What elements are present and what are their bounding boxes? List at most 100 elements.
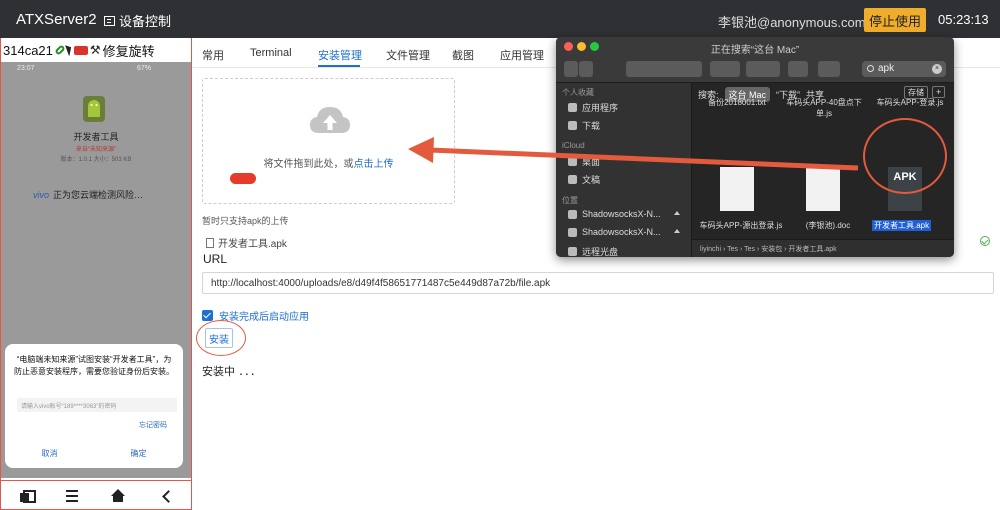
menu-icon[interactable] <box>65 490 78 502</box>
sidebar-section-icloud: iCloud <box>562 141 585 150</box>
dialog-message: “电脑端未知来源”试图安装“开发者工具”，为防止恶意安装程序，需要您验证身份后安… <box>14 355 174 376</box>
cursor-icon[interactable] <box>64 43 74 57</box>
finder-titlebar: 正在搜索“这台 Mac” <box>556 37 954 57</box>
file-label[interactable]: (李银池).doc <box>792 220 864 231</box>
finder-title: 正在搜索“这台 Mac” <box>710 45 800 56</box>
sidebar-item-label: 下载 <box>582 121 601 131</box>
loading-dots: ... <box>239 362 257 378</box>
sidebar-item-desktop[interactable]: 桌面 <box>568 155 600 168</box>
keyboard-icon[interactable] <box>73 45 88 55</box>
dialog-actions: 取消 确定 <box>5 448 183 459</box>
install-status: 安装中... <box>202 362 257 379</box>
clear-search-icon[interactable]: × <box>932 64 942 74</box>
phone-app-meta: 版本：1.0.1 大小：503 KB <box>60 157 132 163</box>
tab-file-management[interactable]: 文件管理 <box>386 47 430 63</box>
user-email: 李银池@anonymous.com <box>718 15 866 30</box>
device-control-label: 设备控制 <box>119 14 172 29</box>
tab-app-management[interactable]: 应用管理 <box>500 47 544 63</box>
device-panel: 314ca21 ⚒ 修复旋转 23:07 67% 开发者工具 来自“未知来源” … <box>0 38 192 510</box>
dialog-cancel-button[interactable]: 取消 <box>5 448 94 459</box>
stop-use-button[interactable]: 停止使用 <box>864 8 926 32</box>
close-window-icon[interactable] <box>564 42 573 51</box>
eject-icon[interactable] <box>674 211 680 215</box>
phone-battery: 67% <box>137 65 152 72</box>
auto-launch-checkbox[interactable] <box>202 310 213 321</box>
document-icon <box>206 237 214 248</box>
sidebar-item-documents[interactable]: 文稿 <box>568 173 600 186</box>
group-icon[interactable] <box>710 61 740 77</box>
recent-apps-icon[interactable] <box>17 489 37 503</box>
rotate-fix-button[interactable]: 修复旋转 <box>103 41 155 60</box>
applications-icon <box>568 103 577 112</box>
disk-icon <box>568 209 577 219</box>
sidebar-item-location-1[interactable]: ShadowsocksX-N... <box>568 209 661 219</box>
apk-highlight-ring <box>863 118 947 194</box>
dialog-confirm-button[interactable]: 确定 <box>94 448 183 459</box>
device-control-link[interactable]: 设备控制 <box>104 11 171 30</box>
user-menu[interactable]: 李银池@anonymous.com <box>718 12 880 31</box>
device-control-icon <box>104 15 115 26</box>
install-verify-dialog: “电脑端未知来源”试图安装“开发者工具”，为防止恶意安装程序，需要您验证身份后安… <box>5 344 183 468</box>
sidebar-item-remote-disc[interactable]: 远程光盘 <box>568 245 618 257</box>
phone-screen[interactable]: 23:07 67% 开发者工具 来自“未知来源” 版本：1.0.1 大小：503… <box>1 62 191 478</box>
disk-icon <box>568 227 577 237</box>
uploaded-file-name: 开发者工具.apk <box>218 239 287 250</box>
sidebar-item-downloads[interactable]: 下载 <box>568 119 600 132</box>
hammer-icon[interactable]: ⚒ <box>90 43 101 57</box>
click-upload-link[interactable]: 点击上传 <box>354 159 394 170</box>
device-header: 314ca21 ⚒ 修复旋转 <box>1 40 191 60</box>
install-highlight-ring <box>196 320 246 356</box>
sidebar-item-label: 文稿 <box>582 175 601 185</box>
disc-icon <box>568 247 577 256</box>
share-icon[interactable] <box>788 61 808 77</box>
gear-icon[interactable] <box>746 61 780 77</box>
sidebar-item-applications[interactable]: 应用程序 <box>568 101 618 114</box>
back-icon[interactable] <box>159 489 175 503</box>
desktop-icon <box>568 157 577 166</box>
url-input[interactable]: http://localhost:4000/uploads/e8/d49f4f5… <box>202 272 994 294</box>
file-label[interactable]: 车码头APP-源出登录.js <box>698 220 784 231</box>
uploaded-file: 开发者工具.apk <box>206 235 287 250</box>
eject-icon[interactable] <box>674 229 680 233</box>
sidebar-item-label: ShadowsocksX-N... <box>582 209 661 219</box>
tag-icon[interactable] <box>818 61 840 77</box>
forward-nav-icon[interactable] <box>579 61 593 77</box>
session-timer: 05:23:13 <box>938 12 989 27</box>
selected-file-label[interactable]: 开发者工具.apk <box>872 220 932 231</box>
sidebar-item-label: 桌面 <box>582 157 601 167</box>
zoom-window-icon[interactable] <box>590 42 599 51</box>
auto-launch-label: 安装完成后启动应用 <box>219 312 309 323</box>
link-icon[interactable] <box>54 44 66 56</box>
phone-status-bar: 23:07 67% <box>1 62 191 76</box>
sidebar-item-label: 应用程序 <box>582 103 619 113</box>
vivo-logo: vivo <box>33 189 50 200</box>
tab-screenshot[interactable]: 截图 <box>452 47 474 63</box>
finder-search-field[interactable]: apk × <box>862 61 946 77</box>
tab-terminal[interactable]: Terminal <box>250 47 292 59</box>
view-mode-icon[interactable] <box>626 61 702 77</box>
file-label[interactable]: 车码头APP-40盘点下单.js <box>784 97 864 119</box>
file-thumbnail[interactable] <box>720 167 754 211</box>
android-app-icon <box>83 96 105 122</box>
upload-dropzone[interactable]: 将文件拖到此处，或点击上传 <box>202 78 455 204</box>
brand-title[interactable]: ATXServer2 <box>16 11 97 28</box>
file-label[interactable]: 车码头APP-登录.js <box>872 97 948 108</box>
risk-scan-text: 正为您云端检测风险… <box>53 190 144 200</box>
minimize-window-icon[interactable] <box>577 42 586 51</box>
forgot-password-link[interactable]: 忘记密码 <box>139 420 167 430</box>
cloud-upload-icon <box>310 107 350 133</box>
vivo-password-input[interactable]: 请输入vivo账号“189****3063”的密码 <box>17 398 177 412</box>
sidebar-item-location-2[interactable]: ShadowsocksX-N... <box>568 227 661 237</box>
file-label[interactable]: 备份2018001.txt <box>702 97 772 108</box>
sidebar-item-label: 远程光盘 <box>582 247 619 257</box>
tab-install-management[interactable]: 安装管理 <box>318 47 362 63</box>
file-thumbnail[interactable] <box>806 167 840 211</box>
risk-scan-row: vivo 正为您云端检测风险… <box>33 188 143 201</box>
finder-sidebar: 个人收藏 应用程序 下载 iCloud 桌面 文稿 位置 Shadowsocks… <box>556 83 692 257</box>
sidebar-section-locations: 位置 <box>562 196 578 205</box>
back-nav-icon[interactable] <box>564 61 578 77</box>
finder-path-bar: liyinchi › Tes › Tes › 安装包 › 开发者工具.apk <box>692 239 954 257</box>
tab-common[interactable]: 常用 <box>202 47 224 63</box>
magnifier-icon <box>867 65 874 72</box>
home-icon[interactable] <box>110 488 126 503</box>
